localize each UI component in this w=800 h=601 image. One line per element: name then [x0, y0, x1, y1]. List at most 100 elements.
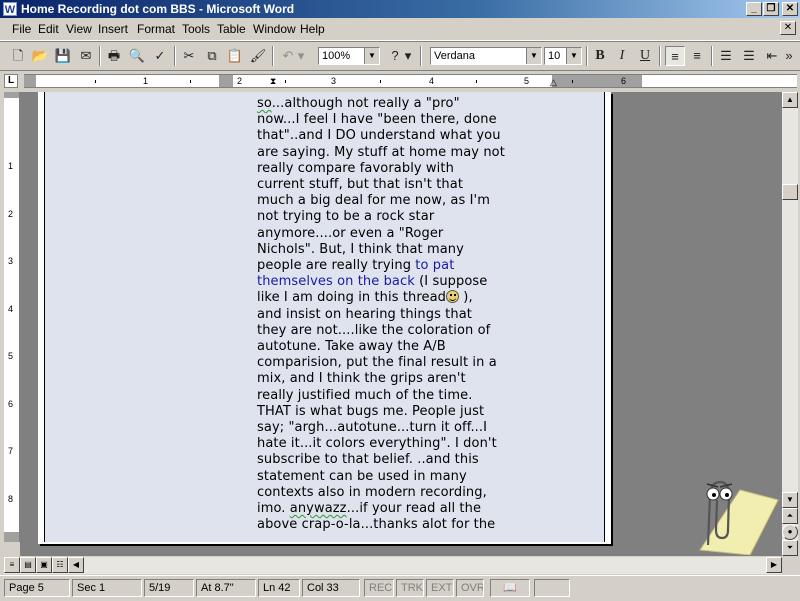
status-rec[interactable]: REC	[364, 579, 394, 597]
status-trk[interactable]: TRK	[396, 579, 424, 597]
italic-button[interactable]: I	[612, 46, 632, 66]
font-size-select[interactable]: 10 ▼	[544, 47, 582, 65]
window-title: Home Recording dot com BBS - Microsoft W…	[21, 2, 295, 16]
outline-view-icon[interactable]: ☷	[52, 557, 68, 573]
open-folder-icon[interactable]: 📂	[30, 46, 50, 66]
text-fragment: (I suppose	[414, 274, 488, 290]
toolbar-separator	[99, 46, 101, 66]
spelling-squiggle: anywazz	[289, 501, 347, 517]
cut-icon[interactable]: ✂	[179, 46, 199, 66]
status-ext[interactable]: EXT	[426, 579, 454, 597]
new-document-icon[interactable]: 🗋	[8, 46, 28, 66]
menu-format[interactable]: Format	[137, 22, 175, 36]
text-line: really justified much of the time.	[257, 387, 473, 403]
toolbar-options-icon[interactable]: »	[782, 46, 796, 66]
toolbar-separator	[272, 46, 274, 66]
undo-icon[interactable]: ↶	[278, 46, 298, 66]
copy-icon[interactable]: ⧉	[202, 46, 222, 66]
spelling-icon[interactable]: ✓	[150, 46, 170, 66]
align-left-icon[interactable]: ≡	[665, 46, 685, 66]
select-browse-object-button[interactable]: ●	[782, 524, 798, 540]
format-painter-icon[interactable]: 🖌	[248, 46, 268, 66]
align-center-icon[interactable]: ≡	[687, 46, 707, 66]
horizontal-ruler[interactable]: 1 2 3 4 5 6 ⧗ △	[24, 74, 797, 88]
word-app-icon[interactable]: W	[3, 2, 17, 16]
document-text[interactable]: so...although not really a "pro" now...I…	[257, 96, 557, 533]
hyperlink-text[interactable]: themselves on the back	[257, 274, 415, 289]
vertical-scrollbar[interactable]: ▲ ▼ ⏶ ● ⏷	[782, 92, 798, 556]
print-layout-view-icon[interactable]: ▣	[36, 557, 52, 573]
menu-file[interactable]: File	[12, 22, 31, 36]
chevron-down-icon[interactable]: ▼	[566, 48, 581, 64]
underline-button[interactable]: U	[635, 46, 655, 66]
text-line: comparision, put the final result in a	[257, 355, 497, 371]
bullets-icon[interactable]: ☰	[739, 46, 759, 66]
chevron-down-icon[interactable]: ▼	[526, 48, 541, 64]
next-page-button[interactable]: ⏷	[782, 540, 798, 556]
document-close-button[interactable]: ✕	[780, 21, 796, 35]
chevron-down-icon[interactable]: ▼	[364, 48, 379, 64]
table-cell-left[interactable]	[44, 92, 223, 542]
ruler-number: 3	[331, 76, 337, 86]
zoom-select[interactable]: 100% ▼	[318, 47, 380, 65]
scroll-left-button[interactable]: ◀	[68, 557, 84, 573]
status-column: Col 33	[302, 579, 360, 597]
ruler-tick	[190, 80, 191, 83]
undo-dropdown-arrow-icon[interactable]: ▾	[296, 46, 306, 66]
scroll-right-button[interactable]: ▶	[766, 557, 782, 573]
menu-help[interactable]: Help	[300, 22, 325, 36]
indent-marker-icon[interactable]: ⧗	[270, 75, 276, 87]
toolbar-separator	[174, 46, 176, 66]
menu-table[interactable]: Table	[217, 22, 246, 36]
text-line: really compare favorably with	[257, 160, 454, 176]
ruler-column-gap-right	[552, 75, 642, 87]
hyperlink-text[interactable]: to pat	[415, 258, 454, 273]
print-preview-icon[interactable]: 🔍	[127, 46, 147, 66]
text-line: much a big deal for me now, as I'm	[257, 193, 490, 209]
web-layout-view-icon[interactable]: ▤	[20, 557, 36, 573]
close-window-button[interactable]: ✕	[782, 2, 798, 16]
text-fragment: ...if your read all the	[346, 501, 482, 517]
scroll-thumb[interactable]	[782, 184, 798, 200]
ruler-margin-bottom	[4, 532, 19, 542]
help-icon[interactable]: ?	[385, 46, 405, 66]
ruler-column-gap	[219, 75, 233, 87]
menu-tools[interactable]: Tools	[182, 22, 210, 36]
title-bar: W Home Recording dot com BBS - Microsoft…	[0, 0, 800, 18]
paste-icon[interactable]: 📋	[225, 46, 245, 66]
bold-button[interactable]: B	[590, 46, 610, 66]
ruler-row: L 1 2 3 4 5 6 ⧗ △	[0, 71, 800, 91]
scroll-down-button[interactable]: ▼	[782, 492, 798, 508]
status-at: At 8.7"	[196, 579, 256, 597]
document-area[interactable]: so...although not really a "pro" now...I…	[20, 92, 782, 556]
restore-button[interactable]: ❐	[763, 2, 779, 16]
numbering-icon[interactable]: ☰	[716, 46, 736, 66]
scroll-up-button[interactable]: ▲	[782, 92, 798, 108]
normal-view-icon[interactable]: ≡	[4, 557, 20, 573]
status-ovr[interactable]: OVR	[456, 579, 484, 597]
spelling-status-icon[interactable]: 📖	[490, 579, 530, 597]
menu-edit[interactable]: Edit	[38, 22, 59, 36]
text-line: are saying. My stuff at home may not	[257, 144, 505, 160]
office-assistant-clippy[interactable]	[680, 470, 780, 555]
menu-insert[interactable]: Insert	[98, 22, 128, 36]
text-line: ...although not really a "pro"	[271, 96, 460, 111]
menu-window[interactable]: Window	[253, 22, 296, 36]
text-line: Nichols". But, I think that many	[257, 241, 464, 257]
decrease-indent-icon[interactable]: ⇤	[762, 46, 782, 66]
text-line: they are not....like the coloration of	[257, 322, 491, 338]
vertical-ruler[interactable]: 1 2 3 4 5 6 7 8	[4, 92, 20, 542]
previous-page-button[interactable]: ⏶	[782, 508, 798, 524]
ruler-number: 1	[8, 161, 14, 171]
right-indent-marker-icon[interactable]: △	[550, 76, 557, 87]
horizontal-scrollbar[interactable]: ≡ ▤ ▣ ☷ ◀ ▶	[4, 556, 782, 574]
help-dropdown-arrow-icon[interactable]: ▾	[403, 46, 413, 66]
font-name-select[interactable]: Verdana ▼	[430, 47, 542, 65]
minimize-button[interactable]: _	[746, 2, 762, 16]
status-section: Sec 1	[72, 579, 142, 597]
tab-selector[interactable]: L	[4, 74, 18, 88]
save-icon[interactable]: 💾	[53, 46, 73, 66]
menu-view[interactable]: View	[66, 22, 92, 36]
print-icon[interactable]: 🖶	[104, 46, 124, 66]
email-icon[interactable]: ✉	[76, 46, 96, 66]
